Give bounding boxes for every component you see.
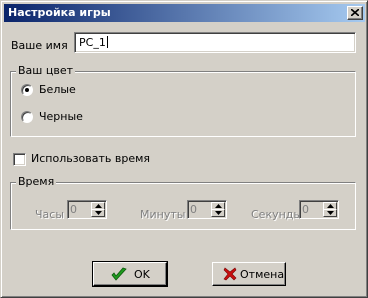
time-groupbox-title: Время xyxy=(16,175,57,188)
radio-black-label[interactable]: Черные xyxy=(39,110,83,123)
green-checkmark-icon xyxy=(111,267,127,281)
radio-white[interactable] xyxy=(21,84,33,96)
name-input[interactable]: PC_1 xyxy=(74,32,356,53)
radio-black[interactable] xyxy=(21,111,33,123)
ok-button[interactable]: OK xyxy=(92,261,168,287)
arrow-up-icon xyxy=(327,204,334,208)
red-x-icon xyxy=(223,267,237,281)
cancel-button[interactable]: Отмена xyxy=(212,262,286,286)
radio-selected-dot xyxy=(25,88,29,92)
hours-value: 0 xyxy=(70,203,77,216)
hours-down-button[interactable] xyxy=(91,209,105,217)
arrow-up-icon xyxy=(215,204,222,208)
use-time-label[interactable]: Использовать время xyxy=(31,152,150,165)
use-time-checkbox[interactable] xyxy=(13,153,26,166)
color-groupbox xyxy=(10,71,356,137)
seconds-label: Секунды xyxy=(251,208,303,221)
hours-spin-arrows xyxy=(91,202,105,217)
window-title: Настройка игры xyxy=(8,6,111,19)
text-caret xyxy=(106,36,108,48)
name-label: Ваше имя xyxy=(11,39,68,52)
close-icon xyxy=(351,9,359,16)
seconds-spinner[interactable]: 0 xyxy=(299,200,339,219)
arrow-down-icon xyxy=(327,211,334,215)
arrow-down-icon xyxy=(95,211,102,215)
title-bar[interactable]: Настройка игры xyxy=(4,4,365,22)
ok-button-label: OK xyxy=(134,268,150,281)
arrow-up-icon xyxy=(95,204,102,208)
radio-white-label[interactable]: Белые xyxy=(39,83,76,96)
hours-spinner[interactable]: 0 xyxy=(67,200,107,219)
minutes-spin-arrows xyxy=(211,202,225,217)
minutes-label: Минуты xyxy=(140,208,186,221)
arrow-down-icon xyxy=(215,211,222,215)
seconds-down-button[interactable] xyxy=(323,209,337,217)
minutes-spinner[interactable]: 0 xyxy=(187,200,227,219)
name-input-value: PC_1 xyxy=(79,36,106,49)
seconds-value: 0 xyxy=(302,203,309,216)
cancel-button-label: Отмена xyxy=(240,268,285,281)
seconds-spin-arrows xyxy=(323,202,337,217)
game-settings-dialog: Настройка игры Ваше имя PC_1 Ваш цвет Бе… xyxy=(0,0,368,298)
close-button[interactable] xyxy=(347,6,363,20)
minutes-value: 0 xyxy=(190,203,197,216)
minutes-down-button[interactable] xyxy=(211,209,225,217)
color-groupbox-title: Ваш цвет xyxy=(16,64,75,77)
hours-label: Часы xyxy=(35,208,65,221)
